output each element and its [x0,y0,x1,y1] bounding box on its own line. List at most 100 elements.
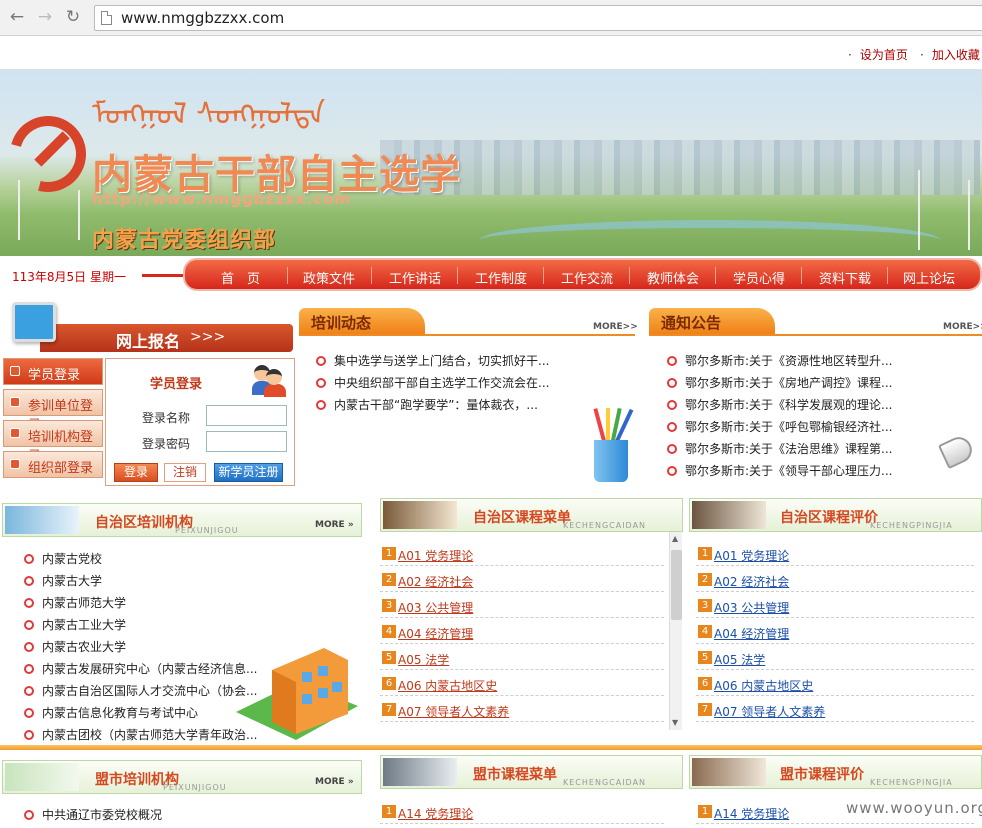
scroll-thumb[interactable] [671,550,682,620]
wind-turbine-icon [18,180,20,240]
nav-downloads[interactable]: 资料下载 [819,268,871,287]
list-item[interactable]: 内蒙古工业大学 [22,616,268,638]
set-homepage-link[interactable]: 设为首页 [848,46,908,63]
nav-separator [457,267,458,284]
list-item[interactable]: 4 A04 经济管理 [380,618,664,644]
nav-forum[interactable]: 网上论坛 [903,268,955,287]
course-link[interactable]: A03 公共管理 [398,599,473,616]
menu-label: 学员登录 [28,368,81,383]
nav-home[interactable]: 首 页 [221,268,260,287]
course-link[interactable]: A06 内蒙古地区史 [398,677,497,694]
list-item[interactable]: 内蒙古师范大学 [22,594,268,616]
menu-student-login[interactable]: 学员登录 [3,358,103,385]
course-link[interactable]: A04 经济管理 [714,625,789,642]
add-favorite-link[interactable]: 加入收藏 [920,46,980,63]
course-link[interactable]: A02 经济社会 [714,573,789,590]
course-link[interactable]: A05 法学 [398,651,449,668]
region-courses-list: 1 A01 党务理论 2 A02 经济社会 3 A03 公共管理 4 A04 经济管理 … [380,540,664,722]
list-item[interactable]: 3 A03 公共管理 [696,592,974,618]
list-item[interactable]: 2 A02 经济社会 [696,566,974,592]
list-item[interactable]: 鄂尔多斯市:关于《呼包鄂榆银经济社... [665,418,915,440]
notices-more[interactable]: MORE>> [943,322,982,332]
course-link[interactable]: A14 党务理论 [714,805,789,822]
list-item[interactable]: 1 A01 党务理论 [696,540,974,566]
online-signup-header[interactable]: 网上报名 >>> [4,298,293,356]
list-item[interactable]: 中央组织部干部自主选学工作交流会在... [314,374,564,396]
menu-unit-login[interactable]: 参训单位登录 [3,389,103,433]
course-link[interactable]: A07 领导者人文素养 [398,703,509,720]
region-eval-header: 自治区课程评价 KECHENGPINGJIA [689,498,982,532]
course-link[interactable]: A01 党务理论 [398,547,473,564]
region-inst-more[interactable]: MORE » [315,520,354,530]
course-link[interactable]: A01 党务理论 [714,547,789,564]
menu-org-login[interactable]: 组织部登录 [3,451,103,478]
login-button[interactable]: 登录 [114,463,158,482]
city-icon [5,763,79,791]
address-bar[interactable]: www.nmggbzzxx.com [94,5,982,31]
list-item[interactable]: 5 A05 法学 [696,644,974,670]
nav-students[interactable]: 学员心得 [733,268,785,287]
region-courses-title: 自治区课程菜单 [473,510,571,526]
list-item[interactable]: 内蒙古党校 [22,550,268,572]
list-item[interactable]: 鄂尔多斯市:关于《房地产调控》课程... [665,374,915,396]
course-link[interactable]: A03 公共管理 [714,599,789,616]
notices-header: 通知公告 MORE>> [649,300,982,336]
course-link[interactable]: A05 法学 [714,651,765,668]
divider [299,334,635,336]
list-item[interactable]: 7 A07 领导者人文素养 [696,696,974,722]
nav-policy[interactable]: 政策文件 [303,268,355,287]
course-link[interactable]: A04 经济管理 [398,625,473,642]
list-item[interactable]: 鄂尔多斯市:关于《科学发展观的理论... [665,396,915,418]
course-link[interactable]: A07 领导者人文素养 [714,703,825,720]
list-item[interactable]: 4 A04 经济管理 [696,618,974,644]
list-item[interactable]: 中共通辽市委党校概况 [22,806,268,828]
divider [649,334,982,336]
wind-turbine-icon [78,190,80,240]
course-number: 1 [698,547,712,560]
course-number: 1 [382,805,396,818]
nav-speeches[interactable]: 工作讲话 [389,268,441,287]
browser-toolbar: ← → ↻ www.nmggbzzxx.com [0,0,982,36]
course-number: 2 [382,573,396,586]
course-list-scrollbar[interactable]: ▲ ▼ [669,532,682,730]
course-link[interactable]: A14 党务理论 [398,805,473,822]
scroll-up-icon[interactable]: ▲ [672,534,678,543]
list-item[interactable]: 6 A06 内蒙古地区史 [696,670,974,696]
nav-rules[interactable]: 工作制度 [475,268,527,287]
list-item[interactable]: 鄂尔多斯市:关于《法治思维》课程第... [665,440,915,462]
list-item[interactable]: 1 A14 党务理论 [380,798,664,824]
nav-teachers[interactable]: 教师体会 [647,268,699,287]
list-item[interactable]: 鄂尔多斯市:关于《领导干部心理压力... [665,462,915,484]
list-item[interactable]: 2 A02 经济社会 [380,566,664,592]
list-item[interactable]: 1 A01 党务理论 [380,540,664,566]
username-input[interactable] [206,405,287,426]
list-item[interactable]: 集中选学与送学上门结合，切实抓好干... [314,352,564,374]
nav-exchange[interactable]: 工作交流 [561,268,613,287]
register-button[interactable]: 新学员注册 [214,463,283,482]
laptop-icon [383,758,457,786]
nav-separator [715,267,716,284]
menu-institution-login[interactable]: 培训机构登录 [3,420,103,464]
course-link[interactable]: A06 内蒙古地区史 [714,677,813,694]
scroll-down-icon[interactable]: ▼ [672,718,678,727]
forward-icon[interactable]: → [36,8,54,26]
course-link[interactable]: A02 经济社会 [398,573,473,590]
list-item[interactable]: 内蒙古大学 [22,572,268,594]
list-item[interactable]: 7 A07 领导者人文素养 [380,696,664,722]
list-item[interactable]: 内蒙古干部“跑学要学”：量体裁衣，... [314,396,564,418]
notices-title: 通知公告 [649,308,775,336]
course-number: 5 [382,651,396,664]
city-eval-pinyin: KECHENGPINGJIA [870,778,953,787]
logout-button[interactable]: 注销 [164,463,206,482]
training-news-more[interactable]: MORE>> [593,322,638,332]
list-item[interactable]: 3 A03 公共管理 [380,592,664,618]
reload-icon[interactable]: ↻ [64,8,82,26]
books-icon [383,501,457,529]
back-icon[interactable]: ← [8,8,26,26]
list-item[interactable]: 鄂尔多斯市:关于《资源性地区转型升... [665,352,915,374]
city-inst-more[interactable]: MORE » [315,777,354,787]
list-item[interactable]: 5 A05 法学 [380,644,664,670]
wind-turbine-icon [918,170,920,250]
password-input[interactable] [206,431,287,452]
list-item[interactable]: 6 A06 内蒙古地区史 [380,670,664,696]
